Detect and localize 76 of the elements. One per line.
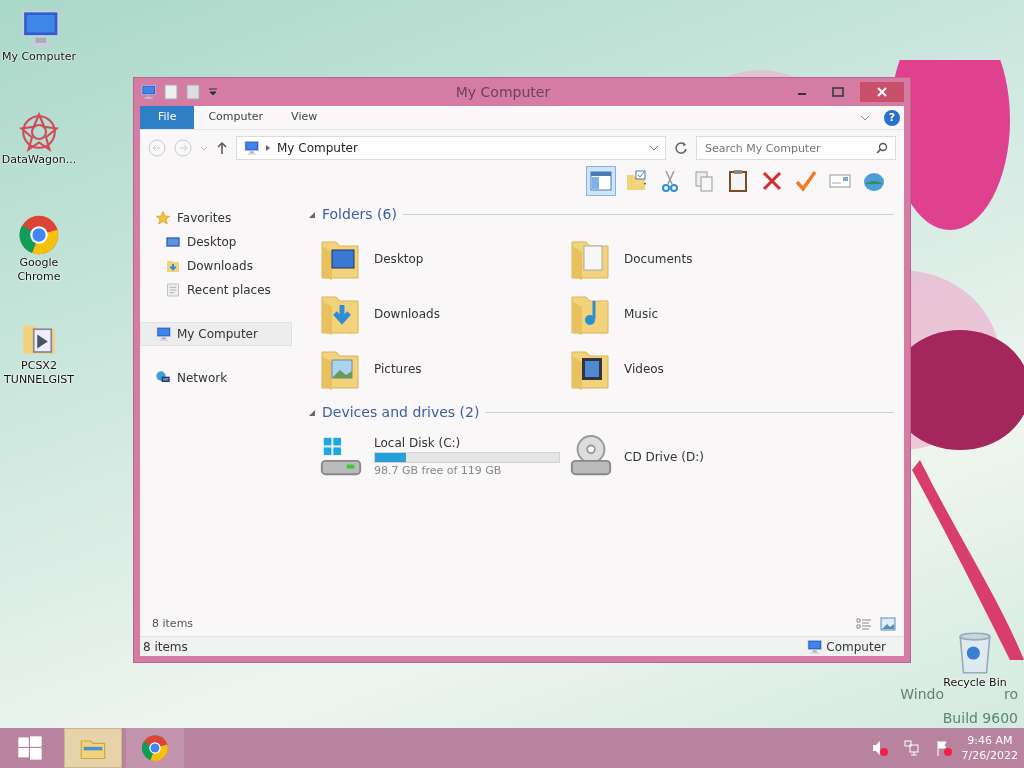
search-icon[interactable] [876,142,888,154]
breadcrumb-arrow-icon [265,144,271,152]
item-label[interactable]: Local Disk (C:) [374,433,560,452]
nav-item[interactable]: Recent places [140,278,292,302]
checkmark-icon [794,169,818,193]
file-explorer-button[interactable] [64,728,122,768]
item-label[interactable]: Desktop [374,249,424,268]
windows-logo-icon [15,734,45,762]
computer-icon[interactable] [140,84,156,100]
desktop-icon-label[interactable]: My Computer [0,50,78,64]
nav-item[interactable]: Desktop [140,230,292,254]
document-icon [165,282,181,298]
copy-icon [692,169,716,193]
nav-item[interactable]: Network [140,366,292,390]
delete-icon [760,169,784,193]
item-label[interactable]: Documents [624,249,693,268]
chevron-icon[interactable] [860,113,870,123]
chevron-icon[interactable] [649,144,659,152]
item-count: 8 items [152,615,194,632]
refresh-icon[interactable] [674,141,688,155]
clock-date: 7/26/2022 [961,748,1018,764]
monitor-icon [165,234,181,250]
network-icon[interactable] [903,740,920,756]
clipboard-icon [726,169,750,193]
collapse-arrow-icon[interactable] [308,408,316,417]
document-icon[interactable] [186,84,200,100]
collapse-arrow-icon[interactable] [308,210,316,219]
nav-item[interactable]: Favorites [140,206,292,230]
ribbon-tab[interactable]: Computer [194,106,278,129]
up-arrow-icon[interactable] [216,141,228,155]
item-label[interactable]: CD Drive (D:) [624,447,704,466]
chrome-icon [140,734,170,762]
section-heading: Folders (6) [322,205,397,224]
muted-speaker-icon[interactable] [871,740,888,756]
address-text: My Computer [277,140,359,157]
flag-icon[interactable] [935,740,952,756]
layout-button[interactable] [586,166,616,196]
chrome-button[interactable] [126,728,184,768]
item-label[interactable]: Downloads [374,304,440,323]
desktop-icon-label[interactable]: DataWagon... [0,153,78,167]
star-pattern-icon[interactable] [18,111,60,153]
item-detail: 98.7 GB free of 119 GB [374,462,503,479]
dropdown-icon[interactable] [208,87,218,97]
status-text: Computer [826,638,886,656]
status-text: 8 items [143,638,188,656]
chrome-icon[interactable] [18,214,60,256]
folder-icon [165,258,181,274]
desktop-icon-label[interactable]: Google Chrome [0,256,78,284]
maximize-icon [832,87,844,97]
computer-icon [806,638,823,655]
ribbon-tab[interactable]: View [277,106,332,129]
nav-item[interactable]: Downloads [140,254,292,278]
details-view-icon[interactable] [856,617,872,631]
layout-icon [589,169,613,193]
help-button[interactable]: ? [884,110,900,126]
watermark-text: Windo [900,685,944,704]
item-label[interactable]: Music [624,304,659,323]
star-icon [155,210,171,226]
search-field[interactable]: Search My Computer [696,136,896,160]
item-label[interactable]: Pictures [374,359,422,378]
computer-icon [243,140,259,156]
computer-icon [155,326,171,342]
desktop-icon-label[interactable]: PCSX2 TUNNELGIST [0,359,78,387]
close-button[interactable] [860,82,904,102]
nav-item[interactable]: My Computer [140,322,292,346]
document-icon[interactable] [164,84,178,100]
clock-time: 9:46 AM [966,732,1014,748]
large-icons-view-icon[interactable] [880,617,896,631]
address-bar[interactable]: My Computer [236,136,666,160]
close-icon [877,87,887,97]
folder-check-icon [624,169,648,193]
watermark-text: Build 9600 [942,709,1018,728]
item-label[interactable]: Videos [624,359,664,378]
file-menu-button[interactable]: File [140,106,195,129]
section-heading: Devices and drives (2) [322,403,480,422]
window-title: My Computer [454,82,552,102]
